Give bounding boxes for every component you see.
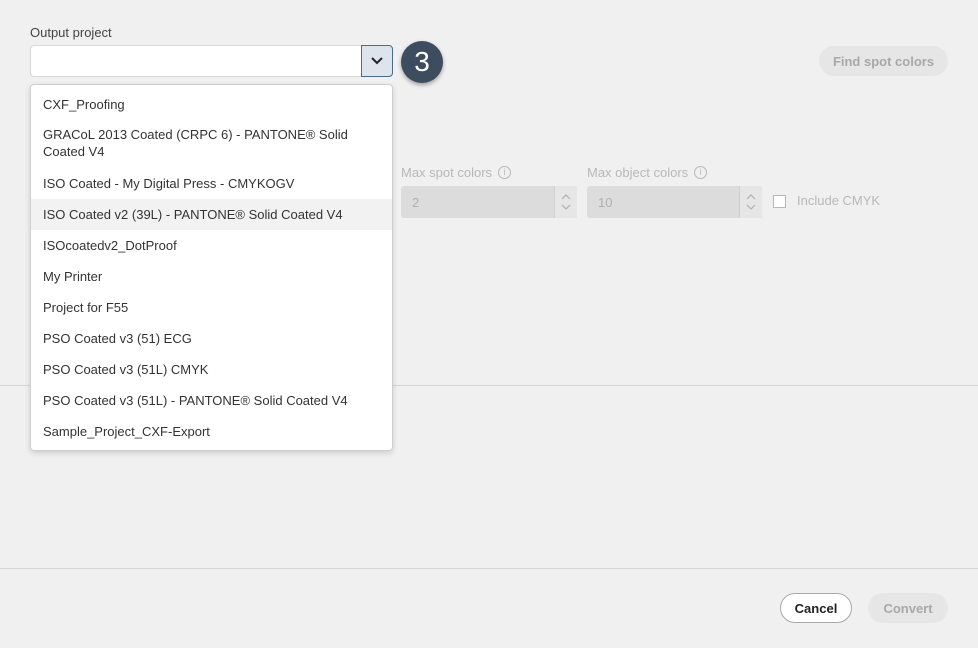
dropdown-option[interactable]: ISOcoatedv2_DotProof xyxy=(31,230,392,261)
output-project-label: Output project xyxy=(30,25,112,40)
chevron-up-icon[interactable] xyxy=(561,194,571,200)
spinner-controls[interactable] xyxy=(739,186,762,218)
include-cmyk-checkbox[interactable] xyxy=(773,195,786,208)
output-project-dropdown-list: CXF_Proofing GRACoL 2013 Coated (CRPC 6)… xyxy=(30,84,393,451)
max-object-colors-label: Max object colors xyxy=(587,165,689,180)
dropdown-option[interactable]: CXF_Proofing xyxy=(31,89,392,120)
max-spot-colors-label: Max spot colors xyxy=(401,165,493,180)
convert-button[interactable]: Convert xyxy=(868,593,948,623)
dropdown-option[interactable]: Sample_Project_CXF-Export xyxy=(31,416,392,447)
dropdown-option[interactable]: ISO Coated - My Digital Press - CMYKOGV xyxy=(31,168,392,199)
max-spot-colors-spinner[interactable]: 2 xyxy=(401,186,577,218)
max-object-colors-label-group: Max object colors i xyxy=(587,165,708,180)
chevron-up-icon[interactable] xyxy=(746,194,756,200)
info-icon: i xyxy=(498,166,512,179)
info-icon: i xyxy=(694,166,708,179)
dropdown-option[interactable]: PSO Coated v3 (51L) - PANTONE® Solid Coa… xyxy=(31,385,392,416)
max-spot-colors-label-group: Max spot colors i xyxy=(401,165,512,180)
chevron-down-icon xyxy=(371,57,383,65)
dropdown-option[interactable]: My Printer xyxy=(31,261,392,292)
dropdown-option[interactable]: PSO Coated v3 (51L) CMYK xyxy=(31,354,392,385)
chevron-down-icon[interactable] xyxy=(746,204,756,210)
dropdown-option[interactable]: Project for F55 xyxy=(31,292,392,323)
output-project-select[interactable] xyxy=(30,45,361,77)
cancel-button[interactable]: Cancel xyxy=(780,593,852,623)
dropdown-option[interactable]: GRACoL 2013 Coated (CRPC 6) - PANTONE® S… xyxy=(31,120,392,168)
max-spot-colors-value: 2 xyxy=(412,194,420,210)
max-object-colors-value: 10 xyxy=(598,194,613,210)
chevron-down-icon[interactable] xyxy=(561,204,571,210)
dropdown-option-hovered[interactable]: ISO Coated v2 (39L) - PANTONE® Solid Coa… xyxy=(31,199,392,230)
dropdown-toggle-button[interactable] xyxy=(361,45,393,77)
max-object-colors-spinner[interactable]: 10 xyxy=(587,186,762,218)
spinner-controls[interactable] xyxy=(554,186,577,218)
find-spot-colors-button[interactable]: Find spot colors xyxy=(819,46,948,76)
include-cmyk-label: Include CMYK xyxy=(797,193,881,208)
footer-divider xyxy=(0,568,978,569)
dropdown-option[interactable]: PSO Coated v3 (51) ECG xyxy=(31,323,392,354)
step-badge: 3 xyxy=(401,41,443,83)
